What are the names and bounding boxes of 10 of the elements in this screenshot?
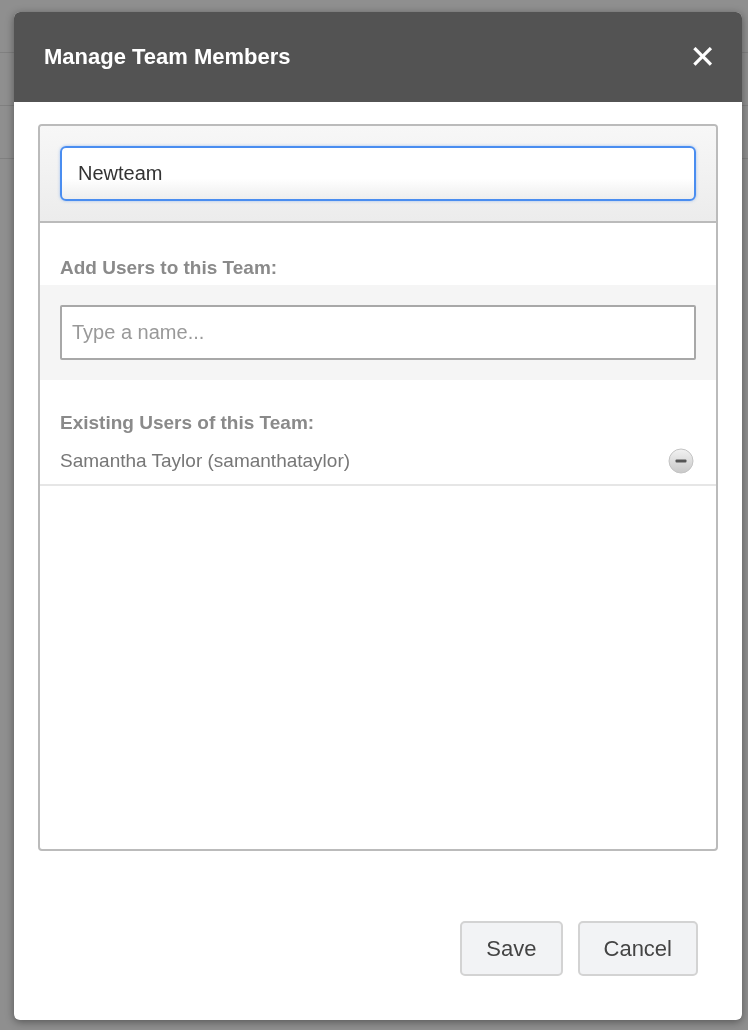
member-name: Samantha Taylor (samanthataylor) [60,450,351,472]
existing-users-label: Existing Users of this Team: [59,411,316,435]
close-button[interactable]: ✕ [689,41,716,73]
add-users-label: Add Users to this Team: [59,256,279,280]
team-name-field[interactable]: Newteam [60,146,696,201]
remove-icon[interactable] [668,448,694,474]
user-search-field[interactable]: Type a name... [60,305,696,360]
save-button[interactable]: Save [460,921,563,976]
dialog-title: Manage Team Members [44,44,291,70]
cancel-button[interactable]: Cancel [577,921,698,976]
